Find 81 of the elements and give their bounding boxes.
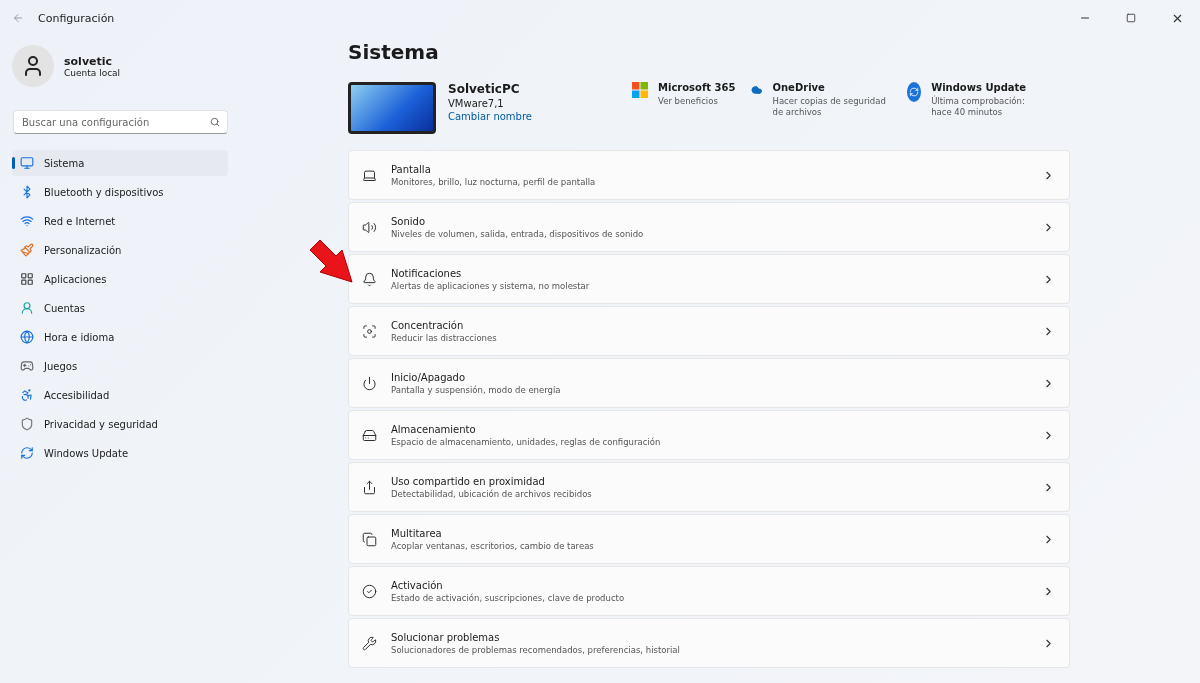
rename-link[interactable]: Cambiar nombre (448, 111, 618, 122)
grid-logo-icon (632, 82, 648, 98)
setting-description: Alertas de aplicaciones y sistema, no molestar (391, 280, 591, 291)
sync-icon (907, 82, 922, 102)
share-icon (362, 479, 377, 495)
settings-row[interactable]: Activación Estado de activación, suscripciones, clave de producto (348, 566, 1070, 616)
sidebar-item[interactable]: Cuentas (12, 295, 228, 321)
person-icon (20, 301, 34, 315)
setting-description: Monitores, brillo, luz nocturna, perfil de pantalla (391, 176, 597, 187)
back-icon[interactable] (12, 12, 24, 24)
device-name: SolveticPC (448, 82, 521, 96)
service-title[interactable]: OneDrive (772, 82, 891, 93)
setting-description: Estado de activación, suscripciones, clave de producto (391, 592, 626, 603)
setting-description: Detectabilidad, ubicación de archivos recibidos (391, 488, 593, 499)
service-detail: Ver beneficios (658, 96, 719, 108)
wifi-icon (20, 214, 34, 228)
page-title: Sistema (348, 40, 440, 64)
avatar (12, 45, 54, 87)
sidebar-item[interactable]: Red e Internet (12, 208, 228, 234)
sidebar-item[interactable]: Sistema (12, 150, 228, 176)
drive-icon (362, 427, 377, 443)
setting-description: Espacio de almacenamiento, unidades, reglas de configuración (391, 436, 662, 447)
sidebar-item[interactable]: Juegos (12, 353, 228, 379)
setting-title: Activación (391, 579, 444, 591)
settings-row[interactable]: Concentración Reducir las distracciones (348, 306, 1070, 356)
account-name: solvetic (64, 54, 114, 68)
check-circle-icon (362, 583, 377, 599)
setting-description: Solucionadores de problemas recomendados, preferencias, historial (391, 644, 681, 655)
account-type: Cuenta local (64, 67, 121, 78)
apps-icon (20, 272, 34, 286)
service-detail: Última comprobación: hace 40 minutos (931, 96, 1026, 119)
focus-icon (362, 323, 377, 339)
monitor-icon (20, 156, 34, 170)
sidebar-item[interactable]: Personalización (12, 237, 228, 263)
setting-description: Niveles de volumen, salida, entrada, dispositivos de sonido (391, 228, 645, 239)
sync-icon (20, 446, 34, 460)
setting-description: Acoplar ventanas, escritorios, cambio de tareas (391, 540, 595, 551)
settings-row[interactable]: Pantalla Monitores, brillo, luz nocturna, perfil de pantalla (348, 150, 1070, 200)
settings-row[interactable]: Solucionar problemas Solucionadores de problemas recomendados, preferencias, historial (348, 618, 1070, 668)
gamepad-icon (20, 359, 34, 373)
power-icon (362, 375, 377, 391)
windows-icon (362, 531, 377, 547)
search-field[interactable]: Buscar una configuración (13, 110, 228, 134)
sidebar-item[interactable]: Windows Update (12, 440, 228, 466)
sidebar-item[interactable]: Aplicaciones (12, 266, 228, 292)
maximize-icon (1126, 13, 1136, 23)
service-detail: Hacer copias de seguridad de archivos (772, 96, 887, 119)
setting-title: Sonido (391, 215, 427, 227)
settings-row[interactable]: Almacenamiento Espacio de almacenamiento, unidades, reglas de configuración (348, 410, 1070, 460)
setting-title: Inicio/Apagado (391, 371, 467, 383)
settings-row[interactable]: Inicio/Apagado Pantalla y suspensión, modo de energía (348, 358, 1070, 408)
search-icon[interactable] (210, 117, 220, 127)
speaker-icon (362, 219, 377, 235)
sidebar-item[interactable]: Bluetooth y dispositivos (12, 179, 228, 205)
settings-row[interactable]: Sonido Niveles de volumen, salida, entrada, dispositivos de sonido (348, 202, 1070, 252)
device-model: VMware7,1 (448, 98, 505, 109)
setting-title: Concentración (391, 319, 465, 331)
setting-title: Solucionar problemas (391, 631, 501, 643)
setting-description: Reducir las distracciones (391, 332, 498, 343)
window-title: Configuración (38, 11, 115, 25)
sidebar-item[interactable]: Hora e idioma (12, 324, 228, 350)
service-title[interactable]: Microsoft 365 (658, 82, 736, 93)
accessibility-icon (20, 388, 34, 402)
setting-title: Pantalla (391, 163, 432, 175)
paintbrush-icon (20, 243, 34, 257)
bell-icon (362, 271, 377, 287)
laptop-icon (362, 167, 377, 183)
settings-row[interactable]: Notificaciones Alertas de aplicaciones y sistema, no molestar (348, 254, 1070, 304)
sidebar-item[interactable]: Accesibilidad (12, 382, 228, 408)
setting-title: Uso compartido en proximidad (391, 475, 546, 487)
settings-row[interactable]: Multitarea Acoplar ventanas, escritorios, cambio de tareas (348, 514, 1070, 564)
settings-row[interactable]: Uso compartido en proximidad Detectabilidad, ubicación de archivos recibidos (348, 462, 1070, 512)
setting-description: Pantalla y suspensión, modo de energía (391, 384, 562, 395)
setting-title: Notificaciones (391, 267, 463, 279)
globe-icon (20, 330, 34, 344)
shield-icon (20, 417, 34, 431)
setting-title: Almacenamiento (391, 423, 477, 435)
service-title[interactable]: Windows Update (931, 82, 1037, 93)
wrench-icon (362, 635, 377, 651)
sidebar-item[interactable]: Privacidad y seguridad (12, 411, 228, 437)
setting-title: Multitarea (391, 527, 443, 539)
